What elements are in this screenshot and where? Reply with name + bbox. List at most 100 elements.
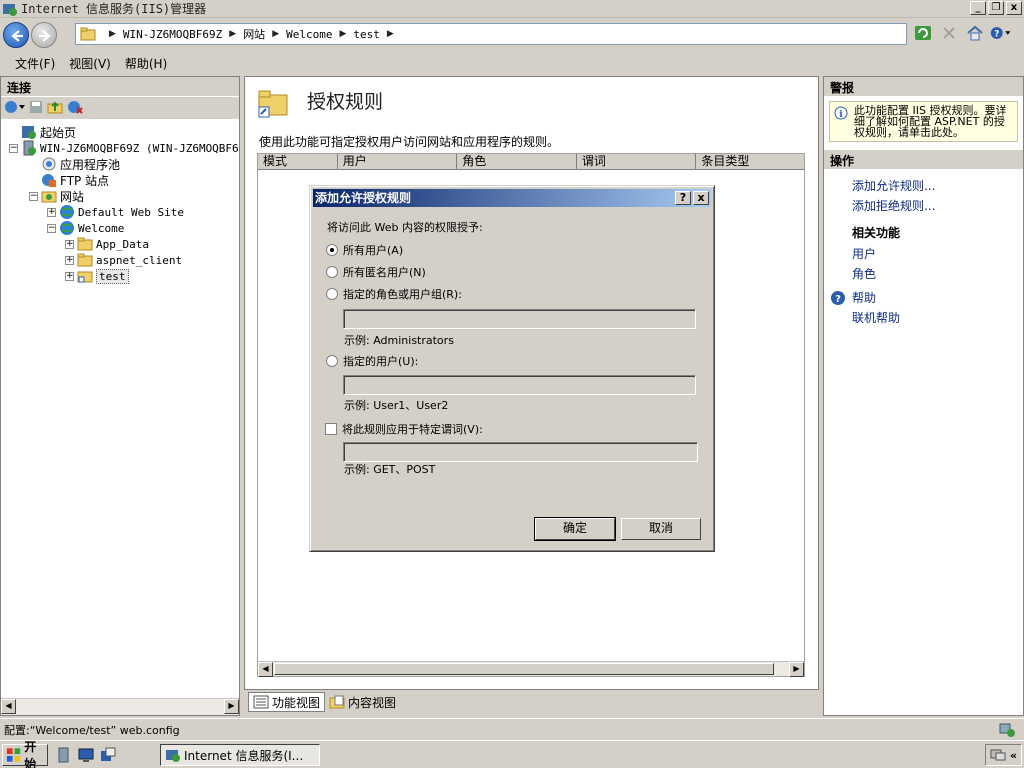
view-tabs: 功能视图 内容视图 <box>248 692 400 712</box>
expand-icon[interactable]: + <box>65 255 74 265</box>
svg-text:?: ? <box>835 294 841 305</box>
server-icon <box>23 140 36 156</box>
tree-sites[interactable]: − 网站 <box>29 188 84 204</box>
dialog-help-button[interactable]: ? <box>675 191 691 205</box>
breadcrumb-separator-icon: ▶ <box>109 29 116 39</box>
roles-input[interactable] <box>343 309 696 329</box>
collapse-icon[interactable]: − <box>47 223 56 233</box>
tree-welcome[interactable]: − Welcome <box>47 220 124 236</box>
actions-title: 操作 <box>824 150 1023 170</box>
column-verbs[interactable]: 谓词 <box>577 154 697 169</box>
tree-ftp-sites[interactable]: FTP 站点 <box>41 172 109 188</box>
window-title: Internet 信息服务(IIS)管理器 <box>21 2 207 16</box>
verbs-input[interactable] <box>343 442 698 462</box>
radio-anonymous-users[interactable]: 所有匿名用户(N) <box>326 264 426 280</box>
alert-text[interactable]: 此功能配置 IIS 授权规则。要详细了解如何配置 ASP.NET 的授权规则，请… <box>854 104 1006 139</box>
windows-logo-icon <box>6 748 21 762</box>
network-status-icon <box>999 723 1015 737</box>
collapse-icon[interactable]: − <box>9 143 18 153</box>
radio-button[interactable] <box>326 288 338 300</box>
menu-file[interactable]: 文件(F) <box>8 55 62 72</box>
disconnect-icon[interactable] <box>66 99 84 118</box>
users-input[interactable] <box>343 375 696 395</box>
refresh-icon[interactable] <box>912 23 934 43</box>
tab-content-view[interactable]: 内容视图 <box>325 692 400 712</box>
back-button[interactable] <box>3 22 29 48</box>
scroll-left-icon[interactable]: ◀ <box>258 662 273 677</box>
tree-test[interactable]: + test <box>65 268 129 284</box>
tree-aspnet-client[interactable]: + aspnet_client <box>65 252 182 268</box>
add-allow-rule-link[interactable]: 添加允许规则... <box>824 176 1023 196</box>
back-arrow-icon <box>11 30 23 42</box>
column-roles[interactable]: 角色 <box>457 154 577 169</box>
expand-icon[interactable]: + <box>47 207 56 217</box>
tree-app-pools[interactable]: 应用程序池 <box>41 156 120 172</box>
menu-view[interactable]: 视图(V) <box>62 55 118 72</box>
help-link[interactable]: ? 帮助 <box>824 288 1023 308</box>
help-icon[interactable]: ? <box>990 23 1012 43</box>
breadcrumb-sites[interactable]: 网站 <box>243 26 265 42</box>
tab-features-view[interactable]: 功能视图 <box>248 692 326 712</box>
taskbar-item-iis[interactable]: Internet 信息服务(I... <box>160 744 320 766</box>
menu-bar: 文件(F) 视图(V) 帮助(H) <box>0 52 1024 74</box>
column-entry-type[interactable]: 条目类型 <box>696 154 804 169</box>
horizontal-scrollbar[interactable]: ◀ ▶ <box>258 661 804 677</box>
stop-icon[interactable] <box>938 23 960 43</box>
home-icon[interactable] <box>964 23 986 43</box>
up-folder-icon[interactable] <box>46 99 64 118</box>
dialog-close-button[interactable]: x <box>693 191 709 205</box>
explorer-icon[interactable] <box>100 747 116 766</box>
collapse-icon[interactable]: − <box>29 191 38 201</box>
verbs-checkbox[interactable] <box>325 423 337 435</box>
tree-server[interactable]: − WIN-JZ6MOQBF69Z (WIN-JZ6MOQBF69Z <box>9 140 239 156</box>
show-desktop-icon[interactable] <box>78 747 94 766</box>
breadcrumb-test[interactable]: test <box>353 28 380 41</box>
radio-button[interactable] <box>326 355 338 367</box>
connect-icon[interactable] <box>4 99 26 118</box>
radio-roles[interactable]: 指定的角色或用户组(R): <box>326 286 462 302</box>
scroll-left-icon[interactable]: ◀ <box>1 699 16 714</box>
forward-button[interactable] <box>31 22 57 48</box>
scroll-right-icon[interactable]: ▶ <box>224 699 239 714</box>
breadcrumb[interactable]: ▶ WIN-JZ6MOQBF69Z ▶ 网站 ▶ Welcome ▶ test … <box>75 23 907 45</box>
radio-button[interactable] <box>326 266 338 278</box>
related-features-title: 相关功能 <box>852 226 901 240</box>
ok-button[interactable]: 确定 <box>534 517 616 541</box>
tray-expand-icon[interactable]: « <box>1010 749 1017 762</box>
roles-link[interactable]: 角色 <box>824 264 1023 284</box>
start-button[interactable]: 开始 <box>2 740 48 768</box>
tray-network-icon[interactable] <box>990 747 1006 764</box>
minimize-button[interactable]: _ <box>970 1 986 15</box>
radio-all-users[interactable]: 所有用户(A) <box>326 242 403 258</box>
column-users[interactable]: 用户 <box>338 154 458 169</box>
expand-icon[interactable]: + <box>65 271 74 281</box>
save-icon[interactable] <box>28 99 44 118</box>
radio-users[interactable]: 指定的用户(U): <box>326 353 418 369</box>
users-link[interactable]: 用户 <box>824 244 1023 264</box>
tree-app-data[interactable]: + App_Data <box>65 236 149 252</box>
menu-help[interactable]: 帮助(H) <box>118 55 174 72</box>
expand-icon[interactable]: + <box>65 239 74 249</box>
server-manager-icon[interactable] <box>56 747 72 766</box>
verbs-example: 示例: GET、POST <box>344 463 436 476</box>
column-mode[interactable]: 模式 <box>258 154 338 169</box>
system-tray: « <box>984 744 1022 766</box>
scroll-right-icon[interactable]: ▶ <box>789 662 804 677</box>
cancel-button[interactable]: 取消 <box>621 518 701 540</box>
tree-default-site[interactable]: + Default Web Site <box>47 204 184 220</box>
horizontal-scrollbar[interactable]: ◀ ▶ <box>1 698 239 715</box>
radio-button-checked[interactable] <box>326 244 338 256</box>
restore-button[interactable]: ❐ <box>988 1 1004 15</box>
online-help-link[interactable]: 联机帮助 <box>824 308 1023 328</box>
globe-icon <box>60 205 74 219</box>
verbs-checkbox-row[interactable]: 将此规则应用于特定谓词(V): <box>325 421 483 437</box>
breadcrumb-server[interactable]: WIN-JZ6MOQBF69Z <box>123 28 222 41</box>
tree-start-page[interactable]: 起始页 <box>21 124 76 140</box>
scroll-thumb[interactable] <box>274 663 774 675</box>
breadcrumb-welcome[interactable]: Welcome <box>286 28 332 41</box>
close-button[interactable]: x <box>1006 1 1022 15</box>
sites-folder-icon <box>41 191 57 203</box>
add-deny-rule-link[interactable]: 添加拒绝规则... <box>824 196 1023 216</box>
info-icon: i <box>834 106 848 120</box>
window-titlebar: Internet 信息服务(IIS)管理器 _ ❐ x <box>0 0 1024 18</box>
